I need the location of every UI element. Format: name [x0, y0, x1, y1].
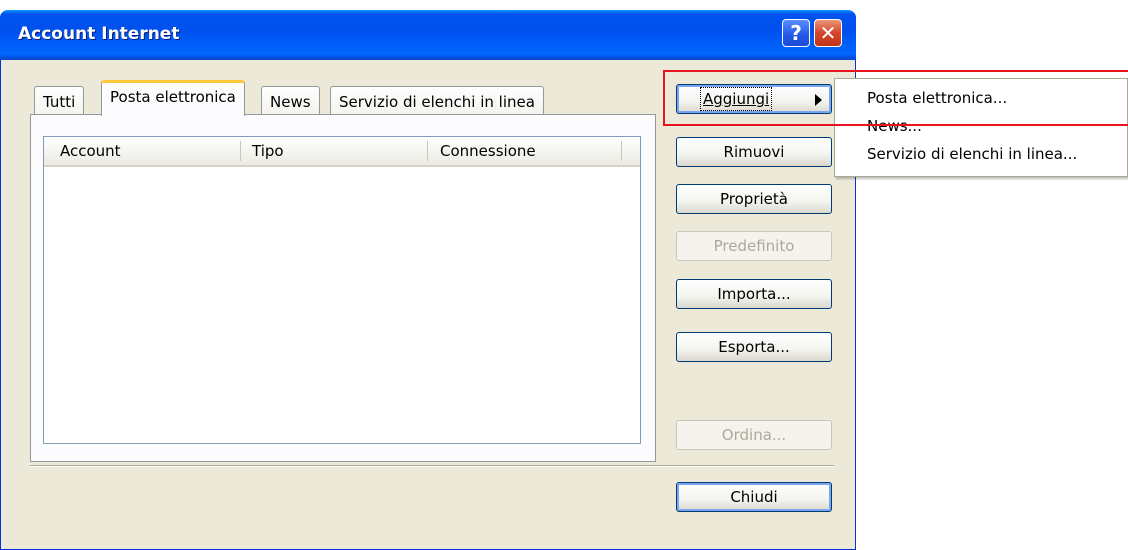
- tab-label: Posta elettronica: [110, 88, 236, 106]
- close-button[interactable]: ✕: [814, 19, 842, 47]
- order-button-label: Ordina...: [721, 426, 787, 444]
- close-dialog-button-label: Chiudi: [730, 488, 778, 506]
- tab-news[interactable]: News: [261, 86, 320, 115]
- accounts-list[interactable]: Account Tipo Connessione: [43, 136, 641, 444]
- add-button[interactable]: Aggiungi: [676, 84, 832, 114]
- menu-item-posta-elettronica[interactable]: Posta elettronica...: [867, 89, 1007, 107]
- export-button-label: Esporta...: [718, 338, 790, 356]
- set-default-button-label: Predefinito: [713, 237, 795, 255]
- tab-label: News: [270, 93, 311, 111]
- add-submenu: Posta elettronica... News... Servizio di…: [834, 78, 1128, 177]
- list-header: Account Tipo Connessione: [44, 137, 640, 167]
- help-button[interactable]: ?: [782, 19, 810, 47]
- import-button-label: Importa...: [717, 285, 791, 303]
- column-header-connessione[interactable]: Connessione: [440, 142, 536, 160]
- tab-tutti[interactable]: Tutti: [34, 86, 85, 115]
- tab-posta-elettronica[interactable]: Posta elettronica: [101, 80, 245, 116]
- add-button-label: Aggiungi: [699, 87, 773, 111]
- column-header-tipo[interactable]: Tipo: [252, 142, 284, 160]
- properties-button[interactable]: Proprietà: [676, 184, 832, 214]
- tab-label: Servizio di elenchi in linea: [339, 93, 535, 111]
- import-button[interactable]: Importa...: [676, 279, 832, 309]
- column-divider[interactable]: [621, 141, 622, 161]
- menu-item-servizio-elenchi[interactable]: Servizio di elenchi in linea...: [867, 145, 1077, 163]
- column-header-account[interactable]: Account: [60, 142, 121, 160]
- column-divider[interactable]: [427, 141, 428, 161]
- window-title: Account Internet: [18, 24, 180, 44]
- tab-label: Tutti: [43, 93, 76, 111]
- remove-button[interactable]: Rimuovi: [676, 137, 832, 167]
- close-icon: ✕: [819, 21, 837, 45]
- title-bar[interactable]: Account Internet ? ✕: [0, 10, 856, 60]
- properties-button-label: Proprietà: [720, 190, 788, 208]
- close-dialog-button[interactable]: Chiudi: [676, 482, 832, 512]
- menu-item-news[interactable]: News...: [867, 117, 922, 135]
- remove-button-label: Rimuovi: [723, 143, 785, 161]
- tab-servizio-elenchi[interactable]: Servizio di elenchi in linea: [330, 86, 544, 115]
- set-default-button[interactable]: Predefinito: [676, 231, 832, 261]
- submenu-arrow-icon: [815, 94, 822, 106]
- order-button[interactable]: Ordina...: [676, 420, 832, 450]
- column-divider[interactable]: [240, 141, 241, 161]
- export-button[interactable]: Esporta...: [676, 332, 832, 362]
- help-icon: ?: [790, 21, 802, 45]
- footer-separator: [30, 465, 834, 467]
- tab-panel: Account Tipo Connessione: [30, 114, 656, 462]
